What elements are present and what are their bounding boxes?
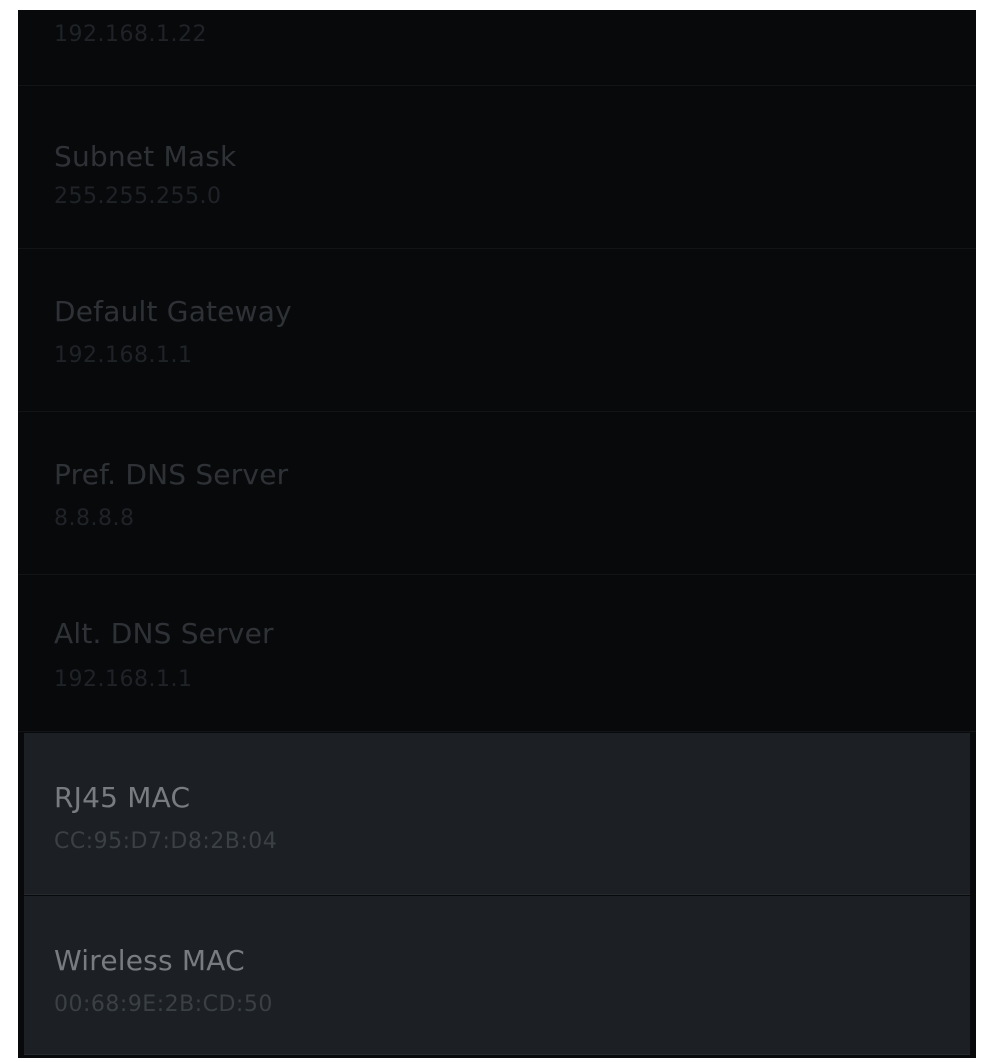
subnet-mask-label: Subnet Mask [54,140,237,173]
alt-dns-server-row[interactable]: Alt. DNS Server 192.168.1.1 [18,575,976,732]
pref-dns-server-row[interactable]: Pref. DNS Server 8.8.8.8 [18,412,976,575]
rj45-mac-label: RJ45 MAC [54,781,191,814]
wireless-mac-value: 00:68:9E:2B:CD:50 [54,992,273,1017]
rj45-mac-value: CC:95:D7:D8:2B:04 [54,829,278,854]
ip-address-row[interactable]: 192.168.1.22 [18,10,976,86]
subnet-mask-row[interactable]: Subnet Mask 255.255.255.0 [18,86,976,249]
wireless-mac-label: Wireless MAC [54,944,245,977]
alt-dns-server-label: Alt. DNS Server [54,617,274,650]
subnet-mask-value: 255.255.255.0 [54,184,222,209]
pref-dns-server-label: Pref. DNS Server [54,458,289,491]
wireless-mac-row[interactable]: Wireless MAC 00:68:9E:2B:CD:50 [24,896,970,1055]
alt-dns-server-value: 192.168.1.1 [54,667,193,692]
pref-dns-server-value: 8.8.8.8 [54,506,135,531]
rj45-mac-row[interactable]: RJ45 MAC CC:95:D7:D8:2B:04 [24,733,970,895]
network-settings-screen: 192.168.1.22 Subnet Mask 255.255.255.0 D… [18,10,976,1058]
ip-address-value: 192.168.1.22 [54,22,207,47]
default-gateway-label: Default Gateway [54,295,292,328]
default-gateway-value: 192.168.1.1 [54,343,193,368]
default-gateway-row[interactable]: Default Gateway 192.168.1.1 [18,249,976,412]
